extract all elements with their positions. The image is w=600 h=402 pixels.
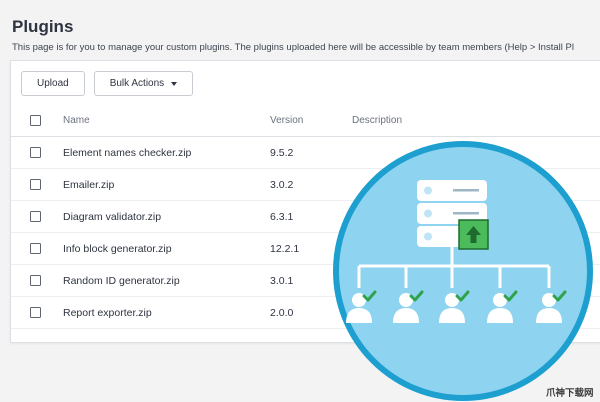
- row-checkbox[interactable]: [30, 179, 41, 190]
- row-checkbox[interactable]: [30, 243, 41, 254]
- row-checkbox[interactable]: [30, 147, 41, 158]
- watermark-logo: 爪神下载网: [546, 388, 594, 399]
- table-header-row: Name Version Description: [11, 105, 600, 137]
- page-subtitle: This page is for you to manage your cust…: [12, 42, 574, 53]
- plugin-name: Report exporter.zip: [63, 296, 270, 329]
- column-header-version: Version: [270, 105, 352, 137]
- row-checkbox[interactable]: [30, 275, 41, 286]
- plugin-name: Diagram validator.zip: [63, 200, 270, 233]
- plugin-name: Random ID generator.zip: [63, 264, 270, 297]
- column-header-description: Description: [352, 105, 600, 137]
- row-checkbox[interactable]: [30, 307, 41, 318]
- caret-down-icon: [171, 81, 178, 86]
- plugin-name: Info block generator.zip: [63, 232, 270, 265]
- column-header-name: Name: [63, 105, 270, 137]
- plugins-page: Plugins This page is for you to manage y…: [0, 0, 600, 401]
- page-title: Plugins: [12, 17, 74, 36]
- plugin-name: Element names checker.zip: [63, 136, 270, 169]
- toolbar: Upload Bulk Actions: [21, 71, 194, 97]
- plugin-name: Emailer.zip: [63, 168, 270, 201]
- row-checkbox[interactable]: [30, 211, 41, 222]
- upload-button-label: Upload: [37, 78, 69, 89]
- select-all-checkbox[interactable]: [30, 115, 41, 126]
- upload-arrow-icon: [458, 219, 489, 250]
- upload-button[interactable]: Upload: [21, 71, 85, 96]
- bulk-actions-dropdown[interactable]: Bulk Actions: [93, 71, 194, 96]
- bulk-actions-label: Bulk Actions: [109, 78, 165, 89]
- plugin-distribution-illustration: [333, 141, 593, 401]
